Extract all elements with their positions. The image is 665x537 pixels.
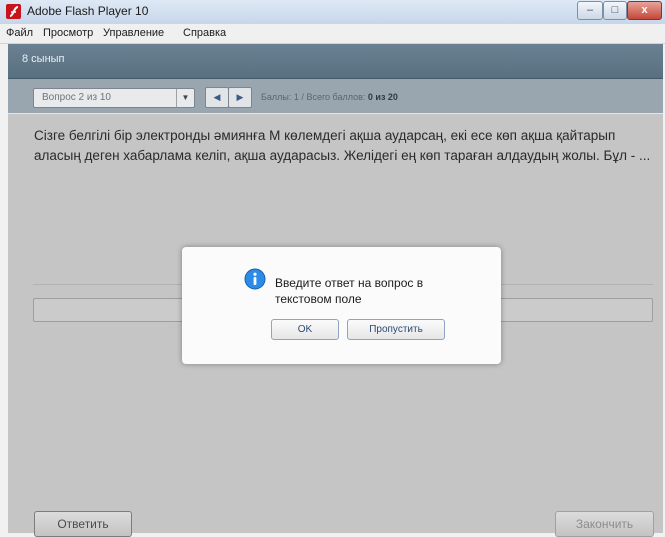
alert-dialog: Введите ответ на вопрос в текстовом поле… (182, 247, 501, 364)
chevron-down-icon[interactable]: ▼ (176, 89, 194, 107)
info-icon (244, 268, 266, 290)
dialog-message: Введите ответ на вопрос в текстовом поле (275, 276, 424, 306)
menu-control[interactable]: Управление (103, 27, 164, 39)
score-display: Баллы: 1 / Всего баллов: 0 из 20 (261, 92, 398, 102)
skip-button[interactable]: Пропустить (347, 319, 445, 340)
minimize-button[interactable]: – (577, 1, 603, 20)
flash-player-icon (6, 4, 21, 19)
menu-bar: Файл Просмотр Управление Справка (0, 24, 665, 44)
quiz-header: 8 сынып (8, 44, 663, 79)
maximize-button[interactable]: □ (603, 1, 627, 20)
menu-help[interactable]: Справка (183, 27, 226, 39)
title-bar: Adobe Flash Player 10 – □ x (0, 0, 665, 25)
close-button[interactable]: x (627, 1, 662, 20)
total-score-label: Всего баллов: (306, 92, 366, 102)
menu-file[interactable]: Файл (6, 27, 33, 39)
score-separator: / (301, 92, 304, 102)
quiz-toolbar: Вопрос 2 из 10 ▼ ◀ ▶ Баллы: 1 / Всего ба… (8, 79, 663, 113)
answer-button[interactable]: Ответить (34, 511, 132, 537)
quiz-title: 8 сынып (22, 53, 65, 65)
question-select-value: Вопрос 2 из 10 (42, 92, 111, 103)
prev-question-button[interactable]: ◀ (205, 87, 229, 108)
question-text: Сізге белгілі бір электронды әмиянға М к… (34, 128, 651, 163)
menu-view[interactable]: Просмотр (43, 27, 93, 39)
next-question-button[interactable]: ▶ (228, 87, 252, 108)
finish-button[interactable]: Закончить (555, 511, 654, 537)
score-label: Баллы: 1 (261, 92, 299, 102)
window-title: Adobe Flash Player 10 (27, 4, 149, 18)
total-score-value: 0 из 20 (367, 92, 398, 102)
ok-button[interactable]: OK (271, 319, 339, 340)
question-select[interactable]: Вопрос 2 из 10 ▼ (33, 88, 195, 108)
